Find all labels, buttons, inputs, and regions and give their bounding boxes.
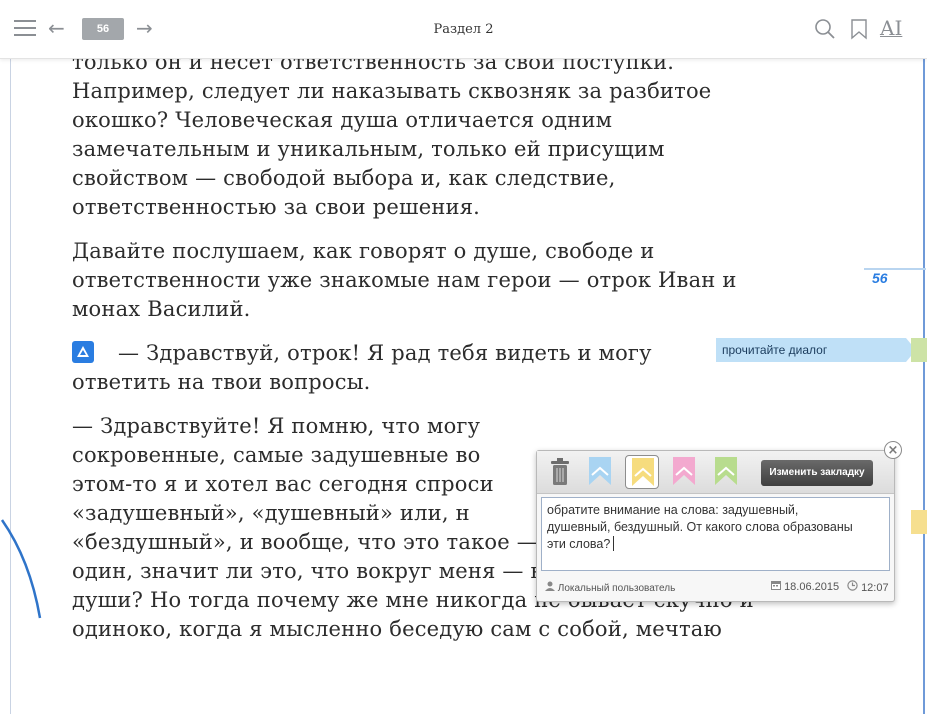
note-time-value: 12:07 <box>861 582 889 594</box>
text-line-content: — Здравствуй, отрок! Я рад тебя видеть и… <box>118 341 652 365</box>
text-line: Например, следует ли наказывать сквозняк… <box>72 79 712 103</box>
note-footer: Локальный пользователь 18.06.2015 12:07 <box>537 573 894 600</box>
user-icon <box>545 581 555 591</box>
green-flag-option[interactable] <box>709 455 743 489</box>
clock-icon <box>847 580 858 591</box>
font-size-icon[interactable]: AI <box>880 16 902 40</box>
text-line: ответить на твои вопросы. <box>72 370 371 394</box>
green-bookmark-flag[interactable] <box>911 338 927 362</box>
calendar-icon <box>771 581 781 590</box>
margin-page-number: 56 <box>864 268 926 286</box>
note-toolbar: Изменить закладку <box>537 451 894 494</box>
note-text-line: обратите внимание на слова: задушевный, <box>547 503 799 517</box>
text-line: замечательным и уникальным, только ей пр… <box>72 137 665 161</box>
yellow-flag-option[interactable] <box>625 455 659 489</box>
blue-flag-option[interactable] <box>583 455 617 489</box>
paragraph: Давайте послушаем, как говорят о душе, с… <box>72 237 832 324</box>
text-line: ответственностью за свои решения. <box>72 195 481 219</box>
read-dialog-hint[interactable]: прочитайте диалог <box>716 338 916 362</box>
bookmark-icon[interactable] <box>850 18 868 44</box>
note-date: 18.06.2015 <box>771 580 839 593</box>
text-line: ответственности уже знакомые нам герои —… <box>72 268 737 292</box>
text-line: монах Василий. <box>72 297 251 321</box>
close-icon[interactable]: × <box>884 441 902 459</box>
text-line: свойством — свободой выбора и, как следс… <box>72 166 616 190</box>
text-line: — Здравствуйте! Я помню, что могу <box>72 414 481 438</box>
pink-flag-option[interactable] <box>667 455 701 489</box>
paragraph: только он и несёт ответственность за сво… <box>72 48 832 222</box>
text-line: окошко? Человеческая душа отличается одн… <box>72 108 613 132</box>
text-caret <box>613 536 615 551</box>
dialog-marker-icon[interactable] <box>72 341 94 363</box>
yellow-bookmark-flag[interactable] <box>911 510 927 534</box>
note-time: 12:07 <box>847 580 889 594</box>
note-author: Локальный пользователь <box>545 581 675 594</box>
bookmark-note-popup: Изменить закладку обратите внимание на с… <box>536 450 895 602</box>
change-bookmark-button[interactable]: Изменить закладку <box>761 460 873 486</box>
section-title: Раздел 2 <box>433 22 494 37</box>
trash-icon[interactable] <box>549 458 571 490</box>
text-line: Давайте послушаем, как говорят о душе, с… <box>72 239 655 263</box>
text-line: одиноко, когда я мысленно беседую сам с … <box>72 617 722 641</box>
note-textarea[interactable]: обратите внимание на слова: задушевный, … <box>541 497 890 571</box>
note-text-line: эти слова? <box>547 537 611 551</box>
note-date-value: 18.06.2015 <box>784 581 840 593</box>
note-author-name: Локальный пользователь <box>557 583 676 594</box>
top-toolbar: ← 56 → Раздел 2 AI <box>0 0 927 59</box>
search-icon[interactable] <box>814 18 836 44</box>
decorative-arc <box>0 519 42 619</box>
note-text-line: душевный, бездушный. От какого слова обр… <box>547 520 853 534</box>
